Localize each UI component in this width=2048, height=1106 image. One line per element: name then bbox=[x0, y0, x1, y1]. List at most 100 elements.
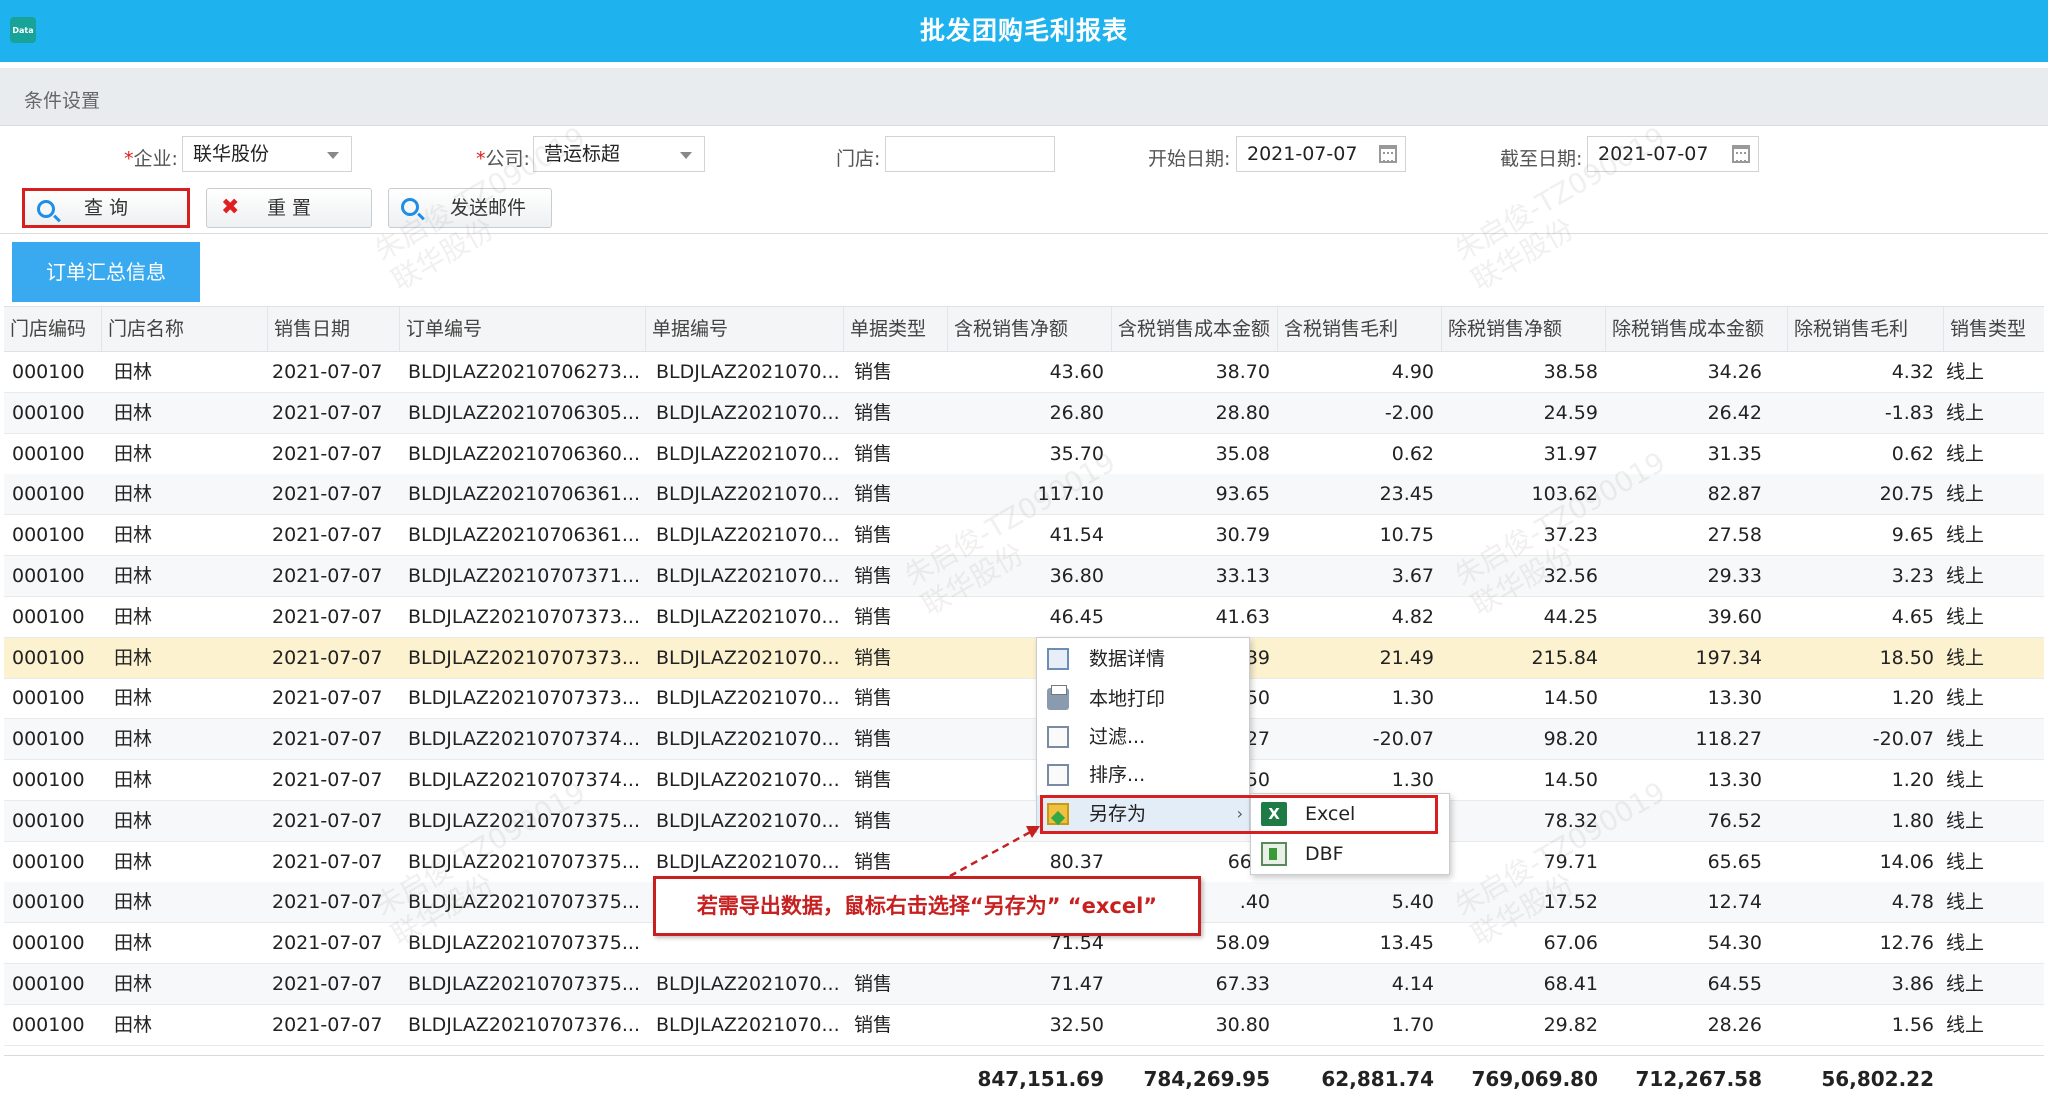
corp-label: *公司: bbox=[476, 148, 530, 170]
table-row[interactable]: 000100 田林 2021-07-07 BLDJLAZ20210707373... B… bbox=[4, 638, 2044, 679]
tab-order-summary[interactable]: 订单汇总信息 bbox=[12, 242, 200, 302]
table-cell: 33.13 bbox=[1215, 565, 1270, 587]
table-cell: 18.50 bbox=[1879, 647, 1934, 669]
table-cell: 29.33 bbox=[1707, 565, 1762, 587]
column-header[interactable]: 销售类型 bbox=[1944, 307, 2044, 351]
menu-item-local-print[interactable]: 本地打印 bbox=[1037, 680, 1249, 718]
table-cell: 14.06 bbox=[1879, 851, 1934, 873]
table-cell: 82.87 bbox=[1707, 483, 1762, 505]
table-cell: 34.26 bbox=[1707, 361, 1762, 383]
table-cell: 1.20 bbox=[1891, 769, 1934, 791]
column-header[interactable]: 订单编号 bbox=[400, 307, 646, 351]
table-row[interactable]: 000100 田林 2021-07-07 BLDJLAZ20210707375... B… bbox=[4, 801, 2044, 842]
menu-item-data-detail[interactable]: 数据详情 bbox=[1037, 640, 1249, 678]
table-row[interactable]: 000100 田林 2021-07-07 BLDJLAZ20210706273... B… bbox=[4, 352, 2044, 393]
column-header[interactable]: 单据编号 bbox=[646, 307, 844, 351]
company-select[interactable]: 联华股份 bbox=[182, 136, 352, 172]
table-cell: -20.07 bbox=[1872, 728, 1934, 750]
column-header[interactable]: 含税销售成本金额 bbox=[1112, 307, 1278, 351]
menu-item-filter[interactable]: 过滤... bbox=[1037, 718, 1249, 756]
table-cell: BLDJLAZ20210707371... bbox=[408, 565, 640, 587]
table-cell: 线上 bbox=[1946, 891, 1985, 913]
table-cell: BLDJLAZ20210707376... bbox=[408, 1014, 640, 1036]
table-cell: 000100 bbox=[12, 932, 85, 954]
table-cell: 17.52 bbox=[1543, 891, 1598, 913]
start-date-field[interactable]: 2021-07-07 bbox=[1236, 136, 1406, 172]
column-header[interactable]: 含税销售毛利 bbox=[1278, 307, 1442, 351]
table-cell: 93.65 bbox=[1215, 483, 1270, 505]
calendar-icon[interactable] bbox=[1379, 145, 1397, 163]
table-row[interactable]: 000100 田林 2021-07-07 BLDJLAZ20210706360... B… bbox=[4, 434, 2044, 475]
column-header[interactable]: 除税销售毛利 bbox=[1788, 307, 1944, 351]
table-cell: 田林 bbox=[114, 402, 153, 424]
table-cell: 118.27 bbox=[1695, 728, 1762, 750]
table-row[interactable]: 000100 田林 2021-07-07 BLDJLAZ20210707371... B… bbox=[4, 556, 2044, 597]
table-cell: 2021-07-07 bbox=[272, 361, 383, 383]
column-header[interactable]: 门店编码 bbox=[4, 307, 102, 351]
column-header[interactable]: 含税销售净额 bbox=[948, 307, 1112, 351]
table-cell: 田林 bbox=[114, 524, 153, 546]
menu-item-sort[interactable]: 排序... bbox=[1037, 756, 1249, 794]
table-row[interactable]: 000100 田林 2021-07-07 BLDJLAZ20210706361... B… bbox=[4, 515, 2044, 556]
table-cell: 田林 bbox=[114, 769, 153, 791]
table-row[interactable]: 000100 田林 2021-07-07 BLDJLAZ20210707376... B… bbox=[4, 1005, 2044, 1046]
table-cell: 38.70 bbox=[1215, 361, 1270, 383]
corp-select[interactable]: 营运标超 bbox=[533, 136, 705, 172]
table-cell: 2021-07-07 bbox=[272, 606, 383, 628]
table-row[interactable]: 000100 田林 2021-07-07 BLDJLAZ20210707375... B… bbox=[4, 964, 2044, 1005]
table-cell: 田林 bbox=[114, 443, 153, 465]
table-cell: BLDJLAZ2021070... bbox=[656, 606, 840, 628]
table-cell: 43.60 bbox=[1049, 361, 1104, 383]
table-row[interactable]: 000100 田林 2021-07-07 BLDJLAZ20210707374... B… bbox=[4, 760, 2044, 801]
table-cell: 37.23 bbox=[1543, 524, 1598, 546]
table-cell: 76.52 bbox=[1707, 810, 1762, 832]
table-cell: BLDJLAZ2021070... bbox=[656, 443, 840, 465]
conditions-header[interactable]: 条件设置 bbox=[0, 68, 2048, 126]
reset-button[interactable]: ✖ 重 置 bbox=[206, 188, 372, 228]
table-cell: 线上 bbox=[1946, 851, 1985, 873]
table-row[interactable]: 000100 田林 2021-07-07 BLDJLAZ20210706305... B… bbox=[4, 393, 2044, 434]
table-cell: 2021-07-07 bbox=[272, 891, 383, 913]
table-cell: BLDJLAZ2021070... bbox=[656, 687, 840, 709]
table-row[interactable]: 000100 田林 2021-07-07 BLDJLAZ20210707373... B… bbox=[4, 597, 2044, 638]
column-header[interactable]: 单据类型 bbox=[844, 307, 948, 351]
table-cell: 销售 bbox=[854, 973, 893, 995]
table-cell: BLDJLAZ2021070... bbox=[656, 810, 840, 832]
table-row[interactable]: 000100 田林 2021-07-07 BLDJLAZ20210707373... B… bbox=[4, 678, 2044, 719]
table-cell: 2021-07-07 bbox=[272, 402, 383, 424]
column-header[interactable]: 除税销售成本金额 bbox=[1606, 307, 1788, 351]
table-cell: 000100 bbox=[12, 728, 85, 750]
start-date-label: 开始日期: bbox=[1148, 148, 1231, 170]
table-cell: 000100 bbox=[12, 565, 85, 587]
column-header[interactable]: 门店名称 bbox=[102, 307, 268, 351]
table-cell: 39.60 bbox=[1707, 606, 1762, 628]
store-label: 门店: bbox=[836, 148, 881, 170]
table-cell: 28.80 bbox=[1215, 402, 1270, 424]
table-cell: 销售 bbox=[854, 402, 893, 424]
table-cell: 2021-07-07 bbox=[272, 932, 383, 954]
query-button[interactable]: 查 询 bbox=[22, 188, 190, 228]
end-date-field[interactable]: 2021-07-07 bbox=[1587, 136, 1759, 172]
total-cell: 712,267.58 bbox=[1635, 1067, 1762, 1091]
table-cell: 销售 bbox=[854, 524, 893, 546]
column-header[interactable]: 除税销售净额 bbox=[1442, 307, 1606, 351]
send-mail-button[interactable]: 发送邮件 bbox=[388, 188, 552, 228]
table-cell: 2021-07-07 bbox=[272, 687, 383, 709]
store-input[interactable] bbox=[885, 136, 1055, 172]
table-cell: 000100 bbox=[12, 687, 85, 709]
table-row[interactable]: 000100 田林 2021-07-07 BLDJLAZ20210707374... B… bbox=[4, 719, 2044, 760]
column-header[interactable]: 销售日期 bbox=[268, 307, 400, 351]
table-cell: 000100 bbox=[12, 891, 85, 913]
table-cell: 田林 bbox=[114, 647, 153, 669]
table-cell: 000100 bbox=[12, 769, 85, 791]
calendar-icon[interactable] bbox=[1732, 145, 1750, 163]
table-cell: 销售 bbox=[854, 728, 893, 750]
table-cell: 13.30 bbox=[1707, 687, 1762, 709]
table-cell: 线上 bbox=[1946, 769, 1985, 791]
table-cell: 197.34 bbox=[1695, 647, 1762, 669]
table-cell: 10.75 bbox=[1379, 524, 1434, 546]
submenu-item-dbf[interactable]: DBF bbox=[1251, 834, 1449, 874]
table-cell: BLDJLAZ2021070... bbox=[656, 483, 840, 505]
table-row[interactable]: 000100 田林 2021-07-07 BLDJLAZ20210706361... B… bbox=[4, 474, 2044, 515]
table-cell: 9.65 bbox=[1891, 524, 1934, 546]
